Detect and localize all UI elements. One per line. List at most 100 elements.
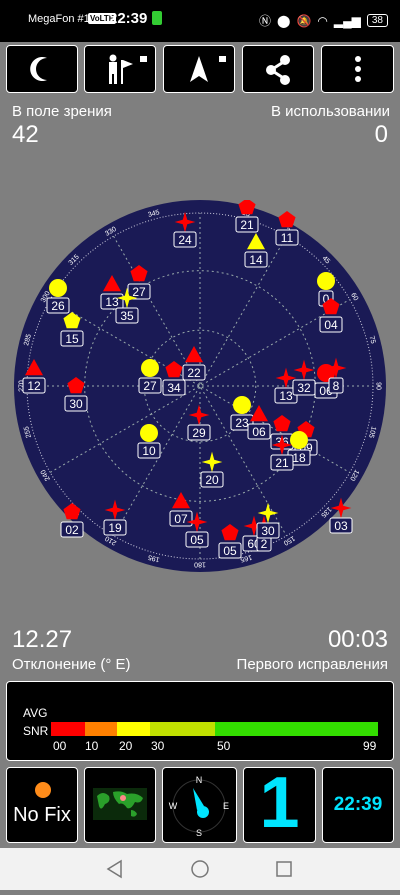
snr-scale-00: 00: [53, 739, 67, 753]
satellite-id-label: 03: [334, 519, 348, 533]
azimuth-tick-label: 90: [374, 382, 381, 390]
satellite-id-label: 13: [279, 389, 293, 403]
snr-yellow-segment: [117, 722, 150, 736]
fix-status-dot-icon: [35, 782, 51, 798]
satellite-id-label: 35: [120, 309, 134, 323]
sky-plot: 3303451530456075901051201351501651801952…: [14, 200, 386, 572]
menu-button[interactable]: [321, 45, 394, 93]
satellite-id-label: 8: [333, 379, 340, 393]
satellite-id-label: 32: [297, 381, 311, 395]
app-notification-icon: [152, 11, 162, 25]
share-icon: [266, 55, 290, 85]
in-use-value: 0: [374, 121, 388, 148]
snr-scale-10: 10: [85, 739, 99, 753]
north-lock-button[interactable]: [163, 45, 235, 93]
battery-icon: 38: [366, 14, 388, 27]
in-use-label: В использовании: [271, 103, 390, 120]
snr-scale-99: 99: [363, 739, 377, 753]
sat-count-value: 1: [259, 763, 300, 843]
fix-status-button[interactable]: No Fix: [6, 767, 78, 843]
status-time: 22:39: [109, 10, 148, 27]
back-icon[interactable]: [106, 859, 122, 879]
home-icon[interactable]: [191, 860, 209, 878]
world-map-button[interactable]: [84, 767, 156, 843]
snr-green-segment: [215, 722, 378, 736]
mute-icon: 🔕: [296, 13, 312, 28]
person-flag-lock-icon: [109, 54, 147, 84]
satellite-id-label: 30: [261, 524, 275, 538]
azimuth-tick-label: 180: [194, 560, 206, 567]
snr-yellowgreen-segment: [150, 722, 215, 736]
snr-scale-50: 50: [217, 739, 231, 753]
satellite-circle-icon: [141, 359, 159, 377]
satellite-id-label: 2: [261, 537, 268, 551]
satellite-id-label: 26: [51, 299, 65, 313]
satellite-id-label: 13: [105, 295, 119, 309]
compass-n: N: [196, 775, 203, 785]
satellite-id-label: 05: [190, 533, 204, 547]
avg-label: AVG: [23, 706, 48, 720]
compass-icon: N E S W: [169, 775, 229, 838]
satellite-pentagon-icon: [278, 211, 296, 228]
satellite-circle-icon: [290, 431, 308, 449]
nfc-icon: Ⓝ: [259, 14, 272, 28]
satellite-id-label: 30: [69, 397, 83, 411]
ttff-label: Первого исправления: [236, 656, 388, 673]
satellite-id-label: 12: [27, 379, 41, 393]
ttff-value: 00:03: [327, 626, 388, 653]
map-marker-lock-button[interactable]: [84, 45, 156, 93]
satellite-id-label: 21: [275, 456, 289, 470]
world-map-icon: [93, 788, 147, 820]
compass-button[interactable]: N E S W: [162, 767, 237, 843]
satellite-id-label: 19: [108, 521, 122, 535]
snr-red-segment: [51, 722, 85, 736]
satellite-id-label: 34: [167, 381, 181, 395]
recents-icon[interactable]: [276, 861, 292, 877]
compass-w: W: [169, 801, 178, 811]
sat-count-button[interactable]: 1: [243, 763, 316, 843]
satellite-id-label: 05: [223, 544, 237, 558]
satellite-id-label: 29: [192, 426, 206, 440]
location-icon: ⬤: [277, 13, 291, 28]
signal-icon: ▂▄▆: [333, 13, 361, 28]
satellite-id-label: 27: [143, 379, 157, 393]
satellite-id-label: 22: [187, 366, 201, 380]
satellite-circle-icon: [233, 396, 251, 414]
snr-orange-segment: [85, 722, 117, 736]
satellite-id-label: 15: [65, 332, 79, 346]
in-view-label: В поле зрения: [12, 103, 112, 120]
arrow-lock-icon: [190, 56, 226, 82]
night-mode-button[interactable]: [6, 45, 78, 93]
compass-e: E: [223, 801, 229, 811]
share-button[interactable]: [242, 45, 314, 93]
clock-button[interactable]: 22:39: [322, 767, 394, 843]
navigation-bar: [0, 848, 400, 890]
satellite-circle-icon: [317, 272, 335, 290]
toolbar: [6, 45, 394, 95]
satellite-id-label: 06: [252, 425, 266, 439]
wifi-icon: ◠: [317, 13, 328, 28]
more-vert-icon: [355, 56, 361, 82]
satellite-id-label: 07: [174, 512, 188, 526]
snr-panel: AVG SNR 00 10 20 30 50 99: [6, 681, 394, 761]
compass-s: S: [196, 828, 202, 838]
satellite-id-label: 04: [324, 318, 338, 332]
declination-label: Отклонение (° E): [12, 656, 131, 673]
status-bar: MegaFon #1 VoLTE 22:39 Ⓝ ⬤ 🔕 ◠ ▂▄▆ 38: [0, 0, 400, 42]
satellite-id-label: 11: [281, 231, 294, 245]
snr-scale-30: 30: [151, 739, 165, 753]
moon-icon: [30, 57, 47, 81]
declination-value: 12.27: [12, 626, 73, 653]
carrier-name: MegaFon #1: [28, 13, 90, 25]
satellite-id-label: 27: [132, 285, 146, 299]
snr-color-bar: [51, 722, 378, 736]
no-fix-label: No Fix: [13, 804, 71, 826]
in-view-value: 42: [12, 121, 39, 148]
satellite-id-label: 21: [240, 218, 254, 232]
satellite-circle-icon: [140, 424, 158, 442]
satellite-circle-icon: [49, 279, 67, 297]
satellite-id-label: 14: [249, 253, 263, 267]
satellite-id-label: 02: [65, 523, 79, 537]
satellite-id-label: 18: [292, 451, 306, 465]
satellite-id-label: 10: [142, 444, 156, 458]
